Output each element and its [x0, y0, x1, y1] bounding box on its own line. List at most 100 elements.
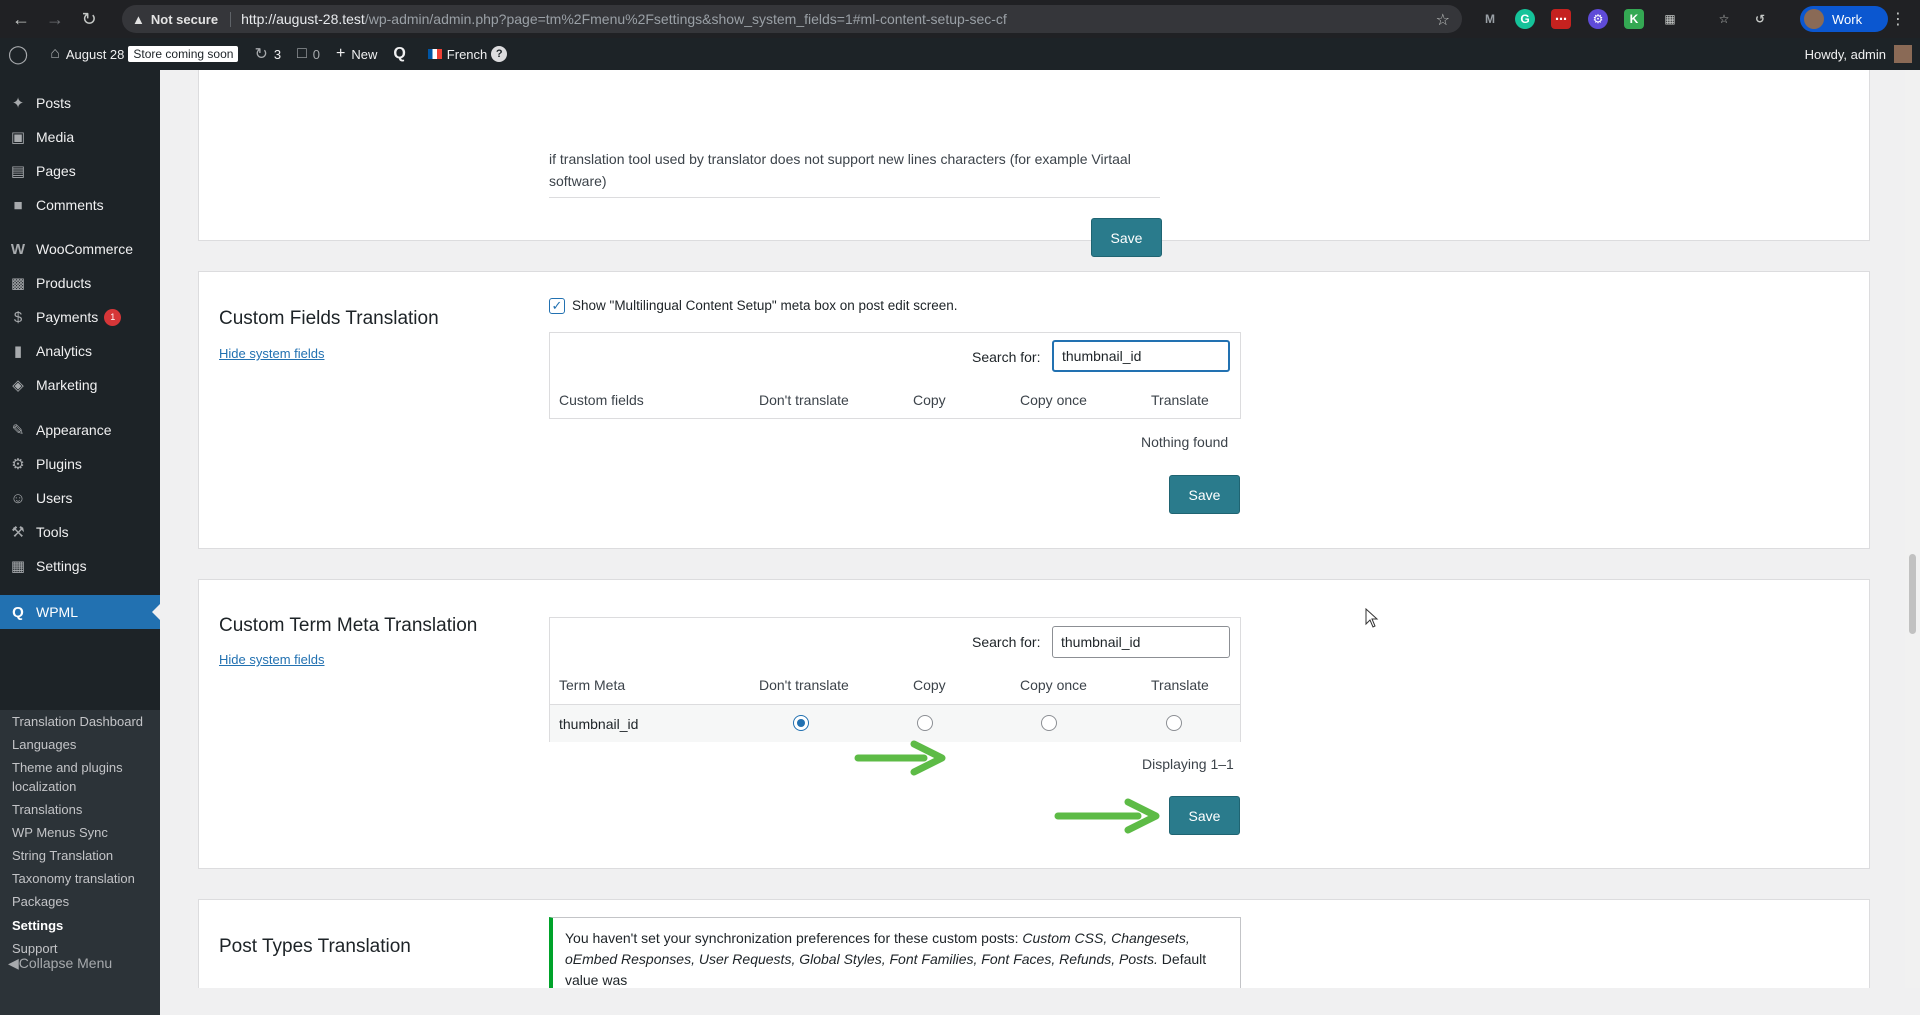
menu-products[interactable]: ▩ Products	[0, 266, 160, 300]
menu-marketing[interactable]: ◈ Marketing	[0, 368, 160, 402]
bookmark-star-icon[interactable]: ☆	[1436, 10, 1450, 30]
column-header: Custom fields	[559, 392, 644, 408]
save-button[interactable]: Save	[1169, 796, 1240, 835]
menu-settings[interactable]: ▦ Settings	[0, 549, 160, 583]
column-header: Don't translate	[759, 677, 849, 693]
save-button[interactable]: Save	[1091, 218, 1162, 257]
menu-woocommerce[interactable]: W WooCommerce	[0, 232, 160, 266]
custom-fields-section: Custom Fields Translation Hide system fi…	[198, 271, 1870, 549]
radio-dont-translate[interactable]	[793, 715, 809, 731]
search-input[interactable]: thumbnail_id	[1052, 340, 1230, 372]
menu-comments[interactable]: ■ Comments	[0, 188, 160, 222]
extension-gear-icon[interactable]: ⚙	[1588, 9, 1608, 29]
submenu-string-translation[interactable]: String Translation	[12, 846, 160, 865]
save-button[interactable]: Save	[1169, 475, 1240, 514]
radio-copy-once[interactable]	[1041, 715, 1057, 731]
wordpress-icon: ◯	[8, 43, 29, 64]
column-header: Don't translate	[759, 392, 849, 408]
media-icon: ▣	[10, 129, 26, 146]
help-icon[interactable]: ?	[491, 46, 508, 62]
menu-appearance[interactable]: ✎ Appearance	[0, 413, 160, 447]
search-input[interactable]: thumbnail_id	[1052, 626, 1230, 658]
submenu-settings[interactable]: Settings	[12, 916, 160, 935]
extension-m-icon[interactable]: M	[1480, 9, 1500, 29]
wrench-icon: ⚒	[11, 524, 25, 541]
forward-icon[interactable]: →	[38, 2, 72, 36]
bookmarks-icon[interactable]: ☆	[1714, 9, 1734, 29]
submenu-translation-dashboard[interactable]: Translation Dashboard	[12, 712, 160, 731]
submenu-languages[interactable]: Languages	[12, 735, 160, 754]
profile-avatar	[1804, 9, 1824, 29]
grammarly-icon[interactable]: G	[1515, 9, 1535, 29]
wp-logo[interactable]: ◯	[0, 38, 42, 70]
wpml-adminbar[interactable]: Q	[385, 38, 419, 70]
site-name[interactable]: ⌂ August 28 Store coming soon	[42, 38, 246, 70]
term-meta-table: Search for: thumbnail_id Term Meta Don't…	[549, 617, 1241, 742]
my-account[interactable]: Howdy, admin	[1805, 38, 1920, 70]
history-icon[interactable]: ↺	[1750, 9, 1770, 29]
menu-analytics[interactable]: ▮ Analytics	[0, 334, 160, 368]
annotation-arrow-icon	[1054, 798, 1160, 834]
meta-box-checkbox[interactable]: ✓	[549, 298, 565, 314]
meta-box-checkbox-label: Show "Multilingual Content Setup" meta b…	[572, 298, 958, 313]
plugin-icon: ⚙	[11, 456, 25, 473]
hide-system-fields-link[interactable]: Hide system fields	[219, 346, 324, 361]
brush-icon: ✎	[11, 422, 25, 439]
plus-icon: +	[335, 45, 346, 62]
search-label: Search for:	[972, 349, 1041, 365]
browser-menu-icon[interactable]: ⋮	[1890, 9, 1906, 29]
menu-payments[interactable]: $ Payments 1	[0, 300, 160, 334]
address-bar[interactable]: ▲ Not secure http://august-28.test/wp-ad…	[122, 5, 1462, 33]
profile-button[interactable]: Work	[1800, 6, 1888, 32]
store-status-badge[interactable]: Store coming soon	[128, 46, 239, 62]
admin-menu: ✦ Posts ▣ Media ▤ Pages ■ Comments W WooComme…	[0, 70, 160, 1015]
submenu-taxonomy-translation[interactable]: Taxonomy translation	[12, 869, 160, 888]
extension-k-icon[interactable]: K	[1624, 9, 1644, 29]
reload-icon[interactable]: ↻	[72, 2, 106, 36]
column-header: Translate	[1151, 392, 1209, 408]
warning-icon: ▲	[132, 11, 145, 27]
home-icon: ⌂	[50, 45, 60, 62]
radio-translate[interactable]	[1166, 715, 1182, 731]
submenu-wp-menus-sync[interactable]: WP Menus Sync	[12, 823, 160, 842]
extensions-puzzle-icon[interactable]: ▦	[1660, 9, 1680, 29]
comment-icon: □	[297, 45, 307, 62]
extension-dots-icon[interactable]: ⋯	[1551, 9, 1571, 29]
column-header: Copy once	[1020, 392, 1087, 408]
radio-copy[interactable]	[917, 715, 933, 731]
displaying-count: Displaying 1–1	[1142, 756, 1234, 772]
menu-plugins[interactable]: ⚙ Plugins	[0, 447, 160, 481]
empty-message: Nothing found	[1141, 434, 1229, 450]
new-content[interactable]: + New	[328, 38, 385, 70]
collapse-menu[interactable]: ◀ Collapse Menu	[0, 946, 160, 980]
comments[interactable]: □ 0	[289, 38, 328, 70]
pages-icon: ▤	[10, 163, 26, 180]
column-header: Copy once	[1020, 677, 1087, 693]
updates[interactable]: ↻ 3	[246, 38, 289, 70]
admin-bar: ◯ ⌂ August 28 Store coming soon ↻ 3 □ 0 …	[0, 38, 1920, 70]
menu-posts[interactable]: ✦ Posts	[0, 86, 160, 120]
menu-pages[interactable]: ▤ Pages	[0, 154, 160, 188]
menu-users[interactable]: ☺ Users	[0, 481, 160, 515]
back-icon[interactable]: ←	[4, 2, 38, 36]
hide-system-fields-link[interactable]: Hide system fields	[219, 652, 324, 667]
sync-notice: You haven't set your synchronization pre…	[549, 917, 1241, 988]
language-switcher[interactable]: French ?	[420, 38, 515, 70]
security-indicator[interactable]: ▲ Not secure	[132, 11, 232, 27]
woo-icon: W	[10, 240, 26, 258]
payments-icon: $	[13, 308, 23, 326]
menu-wpml[interactable]: Q WPML	[0, 595, 160, 629]
menu-tools[interactable]: ⚒ Tools	[0, 515, 160, 549]
analytics-icon: ▮	[13, 343, 23, 360]
current-menu-arrow	[152, 604, 160, 620]
submenu-theme-plugins-localization[interactable]: Theme and plugins localization	[12, 758, 132, 796]
wpml-icon: Q	[12, 603, 24, 621]
megaphone-icon: ◈	[12, 377, 24, 394]
table-row: thumbnail_id	[550, 704, 1240, 742]
menu-media[interactable]: ▣ Media	[0, 120, 160, 154]
cursor-icon	[1365, 608, 1379, 628]
scrollbar-thumb[interactable]	[1909, 554, 1916, 634]
submenu-packages[interactable]: Packages	[12, 892, 160, 911]
submenu-translations[interactable]: Translations	[12, 800, 160, 819]
page-scrollbar[interactable]	[1905, 70, 1920, 988]
